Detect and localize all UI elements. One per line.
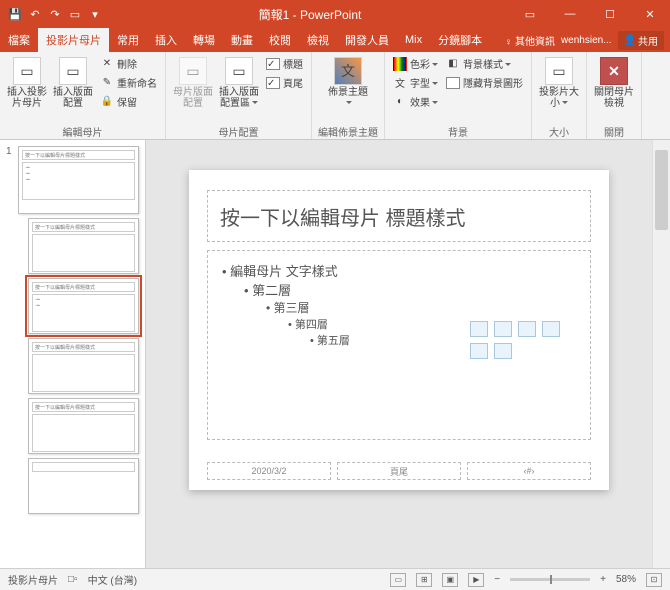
zoom-percent[interactable]: 58% xyxy=(616,574,636,585)
maximize-button[interactable]: ☐ xyxy=(590,0,630,28)
preserve-button[interactable]: 🔒保留 xyxy=(98,93,159,110)
zoom-out-button[interactable]: − xyxy=(494,574,500,585)
window-title: 簡報1 - PowerPoint xyxy=(110,6,510,23)
layout-thumbnail-4[interactable]: 按一下以編輯母片標題樣式 xyxy=(28,398,139,454)
colors-button[interactable]: 色彩 xyxy=(391,55,440,72)
undo-icon[interactable]: ↶ xyxy=(26,5,44,23)
chart-icon[interactable] xyxy=(494,321,512,337)
layout-thumbnail-2[interactable]: 按一下以編輯母片標題樣式·━·━ xyxy=(28,278,139,334)
fit-window-button[interactable]: ⊡ xyxy=(646,573,662,587)
save-icon[interactable]: 💾 xyxy=(6,5,24,23)
picture-icon[interactable] xyxy=(542,321,560,337)
title-checkbox[interactable]: ✓標題 xyxy=(264,55,305,72)
layout-thumbnail-3[interactable]: 按一下以編輯母片標題樣式 xyxy=(28,338,139,394)
close-master-view-button[interactable]: ✕關閉母片檢視 xyxy=(593,55,635,109)
view-status: 投影片母片 xyxy=(8,572,58,587)
language-status[interactable]: 中文 (台灣) xyxy=(88,572,137,587)
master-number: 1 xyxy=(6,146,14,157)
group-label-size: 大小 xyxy=(538,124,580,139)
layout-thumbnail-1[interactable]: 按一下以編輯母片標題樣式 xyxy=(28,218,139,274)
share-button[interactable]: 👤 共用 xyxy=(618,31,664,50)
hide-bg-checkbox[interactable]: 隱藏背景圖形 xyxy=(444,74,525,91)
layout-thumbnail-5[interactable] xyxy=(28,458,139,514)
rename-button[interactable]: ✎重新命名 xyxy=(98,74,159,91)
table-icon[interactable] xyxy=(470,321,488,337)
effects-button[interactable]: ◐效果 xyxy=(391,93,440,110)
accessibility-icon[interactable]: □▫ xyxy=(68,574,78,585)
normal-view-button[interactable]: ▭ xyxy=(390,573,406,587)
tab-animations[interactable]: 動畫 xyxy=(223,28,261,52)
slide-editor[interactable]: 按一下以編輯母片 標題樣式 編輯母片 文字樣式 第二層 第三層 第四層 第五層 … xyxy=(146,140,652,568)
thumbnail-panel: 1 按一下以編輯母片標題樣式 ·━·━·━ 按一下以編輯母片標題樣式 按一下以編… xyxy=(0,140,146,568)
tab-view[interactable]: 檢視 xyxy=(299,28,337,52)
smartart-icon[interactable] xyxy=(518,321,536,337)
background-styles-button[interactable]: ◧背景樣式 xyxy=(444,55,525,72)
start-slideshow-icon[interactable]: ▭ xyxy=(66,5,84,23)
zoom-slider[interactable] xyxy=(510,578,590,581)
reading-view-button[interactable]: ▣ xyxy=(442,573,458,587)
redo-icon[interactable]: ↷ xyxy=(46,5,64,23)
account-name[interactable]: wenhsien... xyxy=(561,35,612,46)
group-label-master-layout: 母片配置 xyxy=(172,124,305,139)
footer-placeholder[interactable]: 頁尾 xyxy=(337,462,461,480)
tell-me[interactable]: ♀ 其他資訊 xyxy=(505,33,555,48)
insert-placeholder-button[interactable]: ▭插入版面配置區 xyxy=(218,55,260,109)
tab-review[interactable]: 校閱 xyxy=(261,28,299,52)
themes-button[interactable]: 文佈景主題 xyxy=(327,55,369,109)
tab-file[interactable]: 檔案 xyxy=(0,28,38,52)
ribbon-options-icon[interactable]: ▭ xyxy=(510,0,550,28)
master-thumbnail[interactable]: 按一下以編輯母片標題樣式 ·━·━·━ xyxy=(18,146,139,214)
slide-size-button[interactable]: ▭投影片大小 xyxy=(538,55,580,109)
title-placeholder[interactable]: 按一下以編輯母片 標題樣式 xyxy=(207,190,591,242)
content-placeholder-icons[interactable] xyxy=(470,321,560,359)
tab-transitions[interactable]: 轉場 xyxy=(185,28,223,52)
slide-canvas[interactable]: 按一下以編輯母片 標題樣式 編輯母片 文字樣式 第二層 第三層 第四層 第五層 … xyxy=(189,170,609,490)
pagenum-placeholder[interactable]: ‹#› xyxy=(467,462,591,480)
fonts-button[interactable]: 文字型 xyxy=(391,74,440,91)
body-placeholder[interactable]: 編輯母片 文字樣式 第二層 第三層 第四層 第五層 xyxy=(207,250,591,440)
group-label-theme: 編輯佈景主題 xyxy=(318,124,378,139)
footers-checkbox[interactable]: ✓頁尾 xyxy=(264,74,305,91)
tab-developer[interactable]: 開發人員 xyxy=(337,28,397,52)
online-picture-icon[interactable] xyxy=(470,343,488,359)
close-button[interactable]: ✕ xyxy=(630,0,670,28)
sorter-view-button[interactable]: ⊞ xyxy=(416,573,432,587)
vertical-scrollbar[interactable] xyxy=(652,140,670,568)
tab-mix[interactable]: Mix xyxy=(397,28,430,52)
slideshow-view-button[interactable]: ▶ xyxy=(468,573,484,587)
delete-button[interactable]: ✕刪除 xyxy=(98,55,159,72)
group-label-background: 背景 xyxy=(391,124,525,139)
zoom-in-button[interactable]: + xyxy=(600,574,606,585)
insert-slide-master-button[interactable]: ▭插入投影片母片 xyxy=(6,55,48,109)
video-icon[interactable] xyxy=(494,343,512,359)
minimize-button[interactable]: — xyxy=(550,0,590,28)
qat-customize-icon[interactable]: ▾ xyxy=(86,5,104,23)
status-bar: 投影片母片 □▫ 中文 (台灣) ▭ ⊞ ▣ ▶ − + 58% ⊡ xyxy=(0,568,670,590)
date-placeholder[interactable]: 2020/3/2 xyxy=(207,462,331,480)
tab-home[interactable]: 常用 xyxy=(109,28,147,52)
master-layout-button[interactable]: ▭母片版面配置 xyxy=(172,55,214,109)
tab-storyboard[interactable]: 分鏡腳本 xyxy=(430,28,490,52)
ribbon: ▭插入投影片母片 ▭插入版面配置 ✕刪除 ✎重新命名 🔒保留 編輯母片 ▭母片版… xyxy=(0,52,670,140)
group-label-close: 關閉 xyxy=(593,124,635,139)
insert-layout-button[interactable]: ▭插入版面配置 xyxy=(52,55,94,109)
group-label-edit-master: 編輯母片 xyxy=(6,124,159,139)
tab-insert[interactable]: 插入 xyxy=(147,28,185,52)
tab-slide-master[interactable]: 投影片母片 xyxy=(38,28,109,52)
